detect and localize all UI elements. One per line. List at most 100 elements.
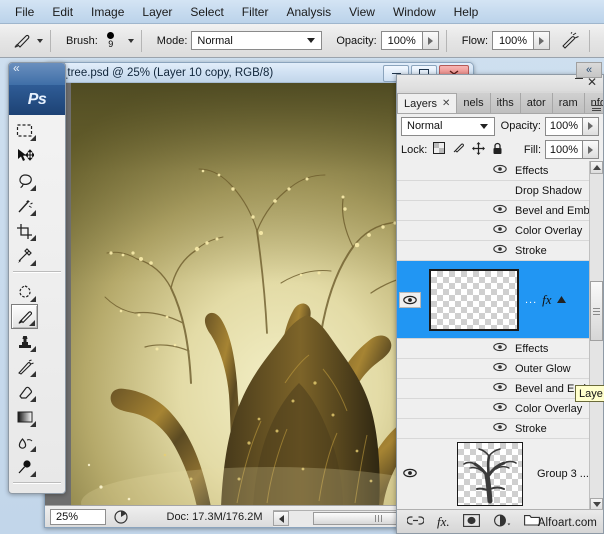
brush-picker-chevron-icon[interactable] (128, 39, 134, 43)
opacity-field[interactable]: 100% (381, 31, 439, 50)
tool-blur[interactable] (11, 429, 38, 454)
effect-bevel-emboss-top[interactable]: Bevel and Emb... (397, 201, 603, 221)
effect-stroke-top[interactable]: Stroke (397, 241, 603, 261)
add-layer-mask-icon[interactable] (463, 514, 480, 530)
layer-visibility-toggle[interactable] (397, 292, 423, 308)
lock-transparent-icon[interactable] (433, 142, 445, 157)
chevron-down-icon[interactable] (37, 39, 43, 43)
layer-blend-mode-select[interactable]: Normal (401, 117, 495, 136)
collapse-double-arrow-icon[interactable]: « (13, 63, 19, 74)
toolbox-header[interactable]: « (9, 63, 65, 85)
tool-preset-picker[interactable] (10, 30, 43, 52)
lock-image-icon[interactable] (452, 142, 465, 157)
layer-opacity-field[interactable]: 100% (545, 117, 599, 136)
tool-slice[interactable] (11, 243, 38, 268)
eye-icon[interactable] (493, 164, 507, 177)
layer-style-fx-icon[interactable]: fx. (437, 514, 450, 530)
panel-minimize-icon[interactable] (575, 78, 583, 79)
layers-panel-title-bar[interactable]: ✕ (397, 75, 603, 91)
layer-row-selected[interactable]: ... fx (397, 261, 603, 339)
opacity-slider-button[interactable] (422, 31, 439, 50)
eye-icon[interactable] (493, 342, 507, 355)
eye-icon[interactable] (493, 244, 507, 257)
menu-item-edit[interactable]: Edit (43, 3, 82, 21)
tool-brush[interactable] (11, 304, 38, 329)
airbrush-icon[interactable] (558, 30, 582, 52)
effects-header-bottom[interactable]: Effects (397, 339, 603, 359)
preview-icon[interactable] (110, 508, 132, 526)
effect-color-overlay-top[interactable]: Color Overlay (397, 221, 603, 241)
layer-fx-badge[interactable]: fx (542, 292, 551, 308)
menu-item-select[interactable]: Select (181, 3, 232, 21)
layers-scroll-thumb[interactable] (590, 281, 603, 341)
effect-bevel-emboss-bottom[interactable]: Bevel and Emb... (397, 379, 603, 399)
tool-gradient[interactable] (11, 404, 38, 429)
lock-all-icon[interactable] (492, 142, 503, 158)
arrow-up-icon (593, 165, 601, 170)
panel-menu-icon[interactable] (592, 105, 601, 111)
slider-arrow-icon (428, 37, 433, 45)
layer-list[interactable]: Effects Drop Shadow Bevel and Emb... Col… (397, 161, 603, 511)
eye-icon[interactable] (493, 204, 507, 217)
tool-clone-stamp[interactable] (11, 329, 38, 354)
fill-slider-button[interactable] (582, 140, 599, 159)
menu-item-file[interactable]: File (6, 3, 43, 21)
tool-crop[interactable] (11, 218, 38, 243)
eye-icon[interactable] (493, 224, 507, 237)
eye-icon[interactable] (399, 292, 421, 308)
tab-paths[interactable]: iths (491, 93, 521, 113)
tool-move[interactable] (11, 143, 38, 168)
effect-label: Color Overlay (515, 403, 582, 415)
link-layers-icon[interactable] (407, 515, 424, 529)
flow-field[interactable]: 100% (492, 31, 550, 50)
flow-slider-button[interactable] (533, 31, 550, 50)
tab-close-icon[interactable]: ✕ (442, 98, 450, 109)
tool-pen[interactable] (11, 490, 38, 494)
eye-icon[interactable] (403, 468, 417, 481)
brush-size-preview[interactable]: 9 (102, 32, 120, 49)
tool-marquee[interactable] (11, 118, 38, 143)
tab-layers[interactable]: Layers ✕ (397, 93, 457, 113)
layer-thumbnail[interactable] (429, 269, 519, 331)
menu-item-layer[interactable]: Layer (133, 3, 181, 21)
photoshop-application-window: File Edit Image Layer Select Filter Anal… (0, 0, 604, 534)
lock-position-icon[interactable] (472, 142, 485, 158)
zoom-level-input[interactable]: 25% (50, 509, 106, 525)
tool-eraser[interactable] (11, 379, 38, 404)
scroll-up-button[interactable] (590, 161, 603, 174)
effect-outer-glow[interactable]: Outer Glow (397, 359, 603, 379)
eye-icon[interactable] (493, 402, 507, 415)
effect-stroke-bottom[interactable]: Stroke (397, 419, 603, 439)
tab-navigator[interactable]: ator (521, 93, 553, 113)
menu-item-image[interactable]: Image (82, 3, 133, 21)
menu-item-help[interactable]: Help (445, 3, 488, 21)
group-thumbnail[interactable] (457, 442, 523, 506)
menu-item-analysis[interactable]: Analysis (277, 3, 340, 21)
tool-dodge[interactable] (11, 454, 38, 479)
layer-row-group3[interactable]: Group 3 ... (397, 439, 603, 509)
fill-field[interactable]: 100% (545, 140, 599, 159)
tool-history-brush[interactable] (11, 354, 38, 379)
eye-icon[interactable] (493, 362, 507, 375)
dock-collapse-button[interactable]: « (576, 62, 602, 78)
blend-mode-select[interactable]: Normal (191, 31, 322, 50)
menu-item-filter[interactable]: Filter (233, 3, 278, 21)
tab-histogram[interactable]: ram (553, 93, 585, 113)
menu-item-view[interactable]: View (340, 3, 384, 21)
effects-header-top[interactable]: Effects (397, 161, 603, 181)
tool-lasso[interactable] (11, 168, 38, 193)
eye-icon[interactable] (493, 382, 507, 395)
effect-drop-shadow[interactable]: Drop Shadow (397, 181, 603, 201)
effect-color-overlay-bottom[interactable]: Color Overlay (397, 399, 603, 419)
menu-item-window[interactable]: Window (384, 3, 445, 21)
group-visibility-toggle[interactable] (397, 468, 423, 481)
eye-icon[interactable] (493, 422, 507, 435)
layers-vertical-scrollbar[interactable] (589, 161, 603, 511)
tool-magic-wand[interactable] (11, 193, 38, 218)
layer-opacity-slider-button[interactable] (582, 117, 599, 136)
adjustment-layer-icon[interactable] (493, 514, 511, 530)
scroll-left-button[interactable] (273, 511, 289, 526)
tab-channels[interactable]: nels (457, 93, 490, 113)
expand-arrow-icon[interactable] (557, 294, 566, 306)
tool-healing-brush[interactable] (11, 279, 38, 304)
